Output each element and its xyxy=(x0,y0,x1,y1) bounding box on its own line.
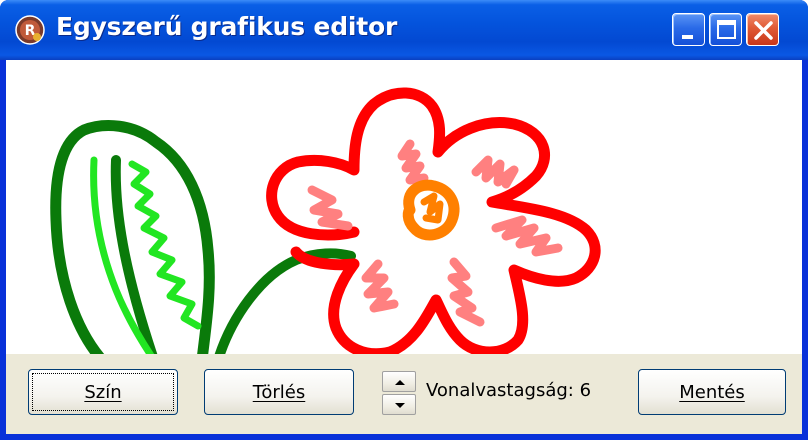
window-border-bottom xyxy=(0,434,808,440)
close-button[interactable] xyxy=(746,13,779,46)
thickness-spinner[interactable] xyxy=(382,371,416,415)
petal-scribble-bottomleft xyxy=(361,259,399,313)
app-icon: R xyxy=(15,15,45,45)
petal-scribble-bottomright xyxy=(447,257,485,327)
maximize-icon xyxy=(717,20,736,39)
thickness-label: Vonalvastagság: 6 xyxy=(426,380,592,401)
window-title: Egyszerű grafikus editor xyxy=(56,12,398,41)
petal-scribble-right xyxy=(491,215,563,257)
bottom-toolbar: Szín Törlés Vonalvastagság: 6 Mentés xyxy=(6,354,802,434)
title-bar[interactable]: R Egyszerű grafikus editor xyxy=(0,0,808,60)
maximize-button[interactable] xyxy=(709,13,742,46)
window-border-right xyxy=(802,60,808,440)
clear-button[interactable]: Törlés xyxy=(204,369,354,415)
arrow-down-icon xyxy=(395,403,405,408)
flower-center-scribble xyxy=(420,192,444,224)
spinner-down-button[interactable] xyxy=(382,394,416,415)
save-button[interactable]: Mentés xyxy=(638,369,786,415)
petal-scribble-topright xyxy=(471,155,519,189)
drawing-canvas[interactable] xyxy=(6,60,802,354)
client-area: Szín Törlés Vonalvastagság: 6 Mentés xyxy=(6,60,802,434)
spinner-up-button[interactable] xyxy=(382,371,416,392)
close-icon xyxy=(754,21,773,40)
petal-scribble-top xyxy=(397,139,429,185)
arrow-up-icon xyxy=(395,380,405,385)
color-button[interactable]: Szín xyxy=(28,369,178,415)
app-window: R Egyszerű grafikus editor Szín Törlés V… xyxy=(0,0,808,440)
minimize-button[interactable] xyxy=(672,13,705,46)
minimize-icon xyxy=(682,35,693,39)
drawing xyxy=(50,87,601,354)
petal-scribble-left xyxy=(307,185,353,231)
